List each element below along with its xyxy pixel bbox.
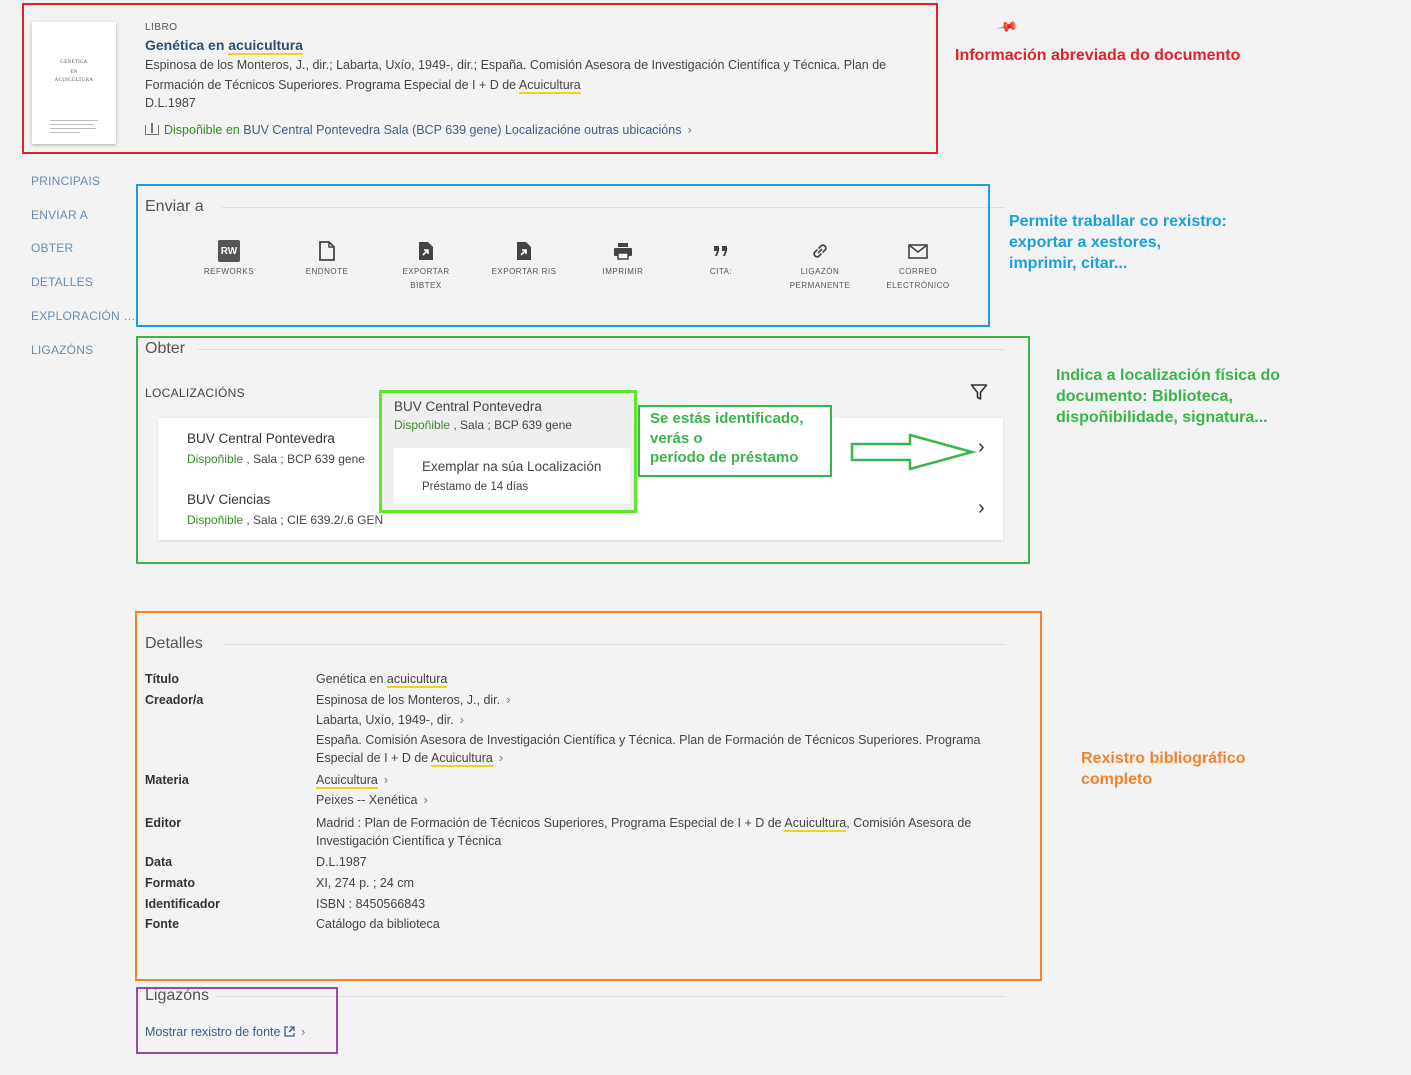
nav-exploracion[interactable]: EXPLORACIÓN VI...: [31, 309, 139, 323]
nav-enviar-a[interactable]: ENVIAR A: [31, 208, 139, 222]
annotation-box-links: [136, 987, 338, 1054]
annotation-location: Indica a localización física do documento…: [1056, 367, 1281, 426]
nav-obter[interactable]: OBTER: [31, 241, 139, 255]
annotation-summary: Información abreviada do documento: [955, 47, 1241, 64]
nav-ligazons[interactable]: LIGAZÓNS: [31, 343, 139, 357]
annotation-full-record: Rexistro bibliográfico completo: [1081, 750, 1246, 788]
nav-principais[interactable]: PRINCIPAIS: [31, 174, 139, 188]
nav-detalles[interactable]: DETALLES: [31, 275, 139, 289]
pin-icon[interactable]: 📌: [996, 15, 1019, 38]
annotation-box-full-record: [135, 611, 1042, 981]
annotation-box-location: [136, 336, 1030, 564]
annotation-box-summary: [22, 3, 938, 154]
annotation-box-send: [136, 184, 990, 327]
annotation-send: Permite traballar co rexistro: exportar a…: [1009, 213, 1227, 272]
